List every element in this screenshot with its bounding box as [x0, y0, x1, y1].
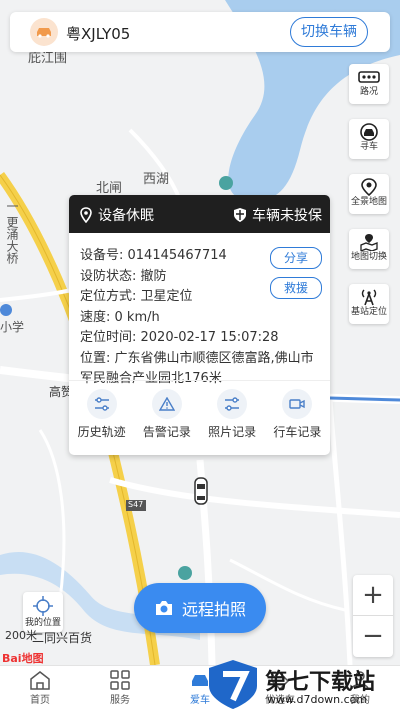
- find-car-label: 寻车: [359, 142, 378, 152]
- map-label-c: 西湖: [143, 172, 170, 187]
- switch-vehicle-button[interactable]: 切换车辆: [290, 17, 368, 47]
- home-icon: [30, 671, 50, 690]
- my-location-button[interactable]: 我的位置: [23, 592, 63, 632]
- drive-record-button[interactable]: 行车记录: [265, 381, 330, 451]
- watermark-title: 第七下载站: [265, 670, 376, 695]
- history-track-label: 历史轨迹: [77, 425, 126, 439]
- camera-icon: [155, 601, 172, 615]
- watermark-url: www.d7down.com: [267, 693, 368, 706]
- crosshair-icon: [33, 596, 53, 616]
- popup-actions: 历史轨迹 告警记录 照片记录 行车记录: [69, 380, 330, 451]
- station-label: 基站定位: [350, 307, 387, 317]
- map-label-g: S47: [128, 500, 144, 509]
- map-scale: 200米: [5, 629, 37, 642]
- location-pin-icon: [80, 207, 92, 223]
- baidu-logo: Bai地图: [2, 652, 44, 665]
- map-switch-button[interactable]: 地图切换: [349, 229, 389, 269]
- station-button[interactable]: 基站定位: [349, 284, 389, 324]
- zoom-out-button[interactable]: −: [353, 616, 393, 656]
- zoom-in-button[interactable]: +: [353, 575, 393, 615]
- map-switch-icon: [360, 234, 378, 251]
- track-icon: [94, 397, 109, 411]
- car-avatar-icon: [30, 18, 58, 46]
- speed: 速度: 0 km/h: [80, 309, 160, 325]
- popup-header: 设备休眠 车辆未投保: [69, 195, 330, 233]
- car-icon: [360, 123, 378, 141]
- map-label-d: 一 更涌大桥: [5, 200, 19, 264]
- watermark: 第七下载站 www.d7down.com: [205, 658, 400, 711]
- traffic-button[interactable]: 路况: [349, 64, 389, 104]
- video-icon: [289, 399, 306, 409]
- map-label-b: 北闸: [96, 181, 123, 196]
- find-car-button[interactable]: 寻车: [349, 119, 389, 159]
- rescue-button[interactable]: 救援: [270, 277, 322, 299]
- remote-photo-label: 远程拍照: [181, 600, 246, 619]
- device-status: 设备休眠: [98, 208, 154, 224]
- location-time: 定位时间: 2020-02-17 15:07:28: [80, 330, 279, 345]
- antenna-icon: [361, 289, 377, 306]
- vehicle-info-popup: 设备休眠 车辆未投保 设备号: 014145467714 设防状态: 撤防 定位…: [69, 195, 330, 455]
- share-button[interactable]: 分享: [270, 247, 322, 269]
- drive-record-label: 行车记录: [273, 425, 322, 439]
- map-label-e: 小学: [0, 320, 25, 334]
- alarm-record-label: 告警记录: [142, 425, 191, 439]
- tab-home-label: 首页: [30, 695, 50, 706]
- history-track-button[interactable]: 历史轨迹: [69, 381, 134, 451]
- vehicle-bar: 粤XJLY05 切换车辆: [10, 12, 390, 52]
- tab-service-label: 服务: [110, 695, 130, 706]
- photo-record-button[interactable]: 照片记录: [200, 381, 265, 451]
- traffic-icon: [358, 71, 380, 83]
- panorama-label: 全景地图: [350, 197, 387, 207]
- zoom-control: + −: [353, 575, 393, 657]
- insurance-status: 车辆未投保: [252, 208, 322, 224]
- panorama-button[interactable]: 全景地图: [349, 174, 389, 214]
- pin-icon: [361, 178, 377, 196]
- traffic-label: 路况: [359, 87, 378, 97]
- warning-icon: [158, 397, 175, 411]
- map-switch-label: 地图切换: [350, 252, 387, 262]
- car-marker: [194, 477, 208, 505]
- grid-icon: [110, 670, 130, 690]
- alarm-record-button[interactable]: 告警记录: [134, 381, 199, 451]
- photo-record-icon: [225, 397, 240, 411]
- photo-record-label: 照片记录: [208, 425, 257, 439]
- remote-photo-button[interactable]: 远程拍照: [134, 583, 266, 633]
- tab-home[interactable]: 首页: [10, 670, 70, 706]
- shield-icon: [234, 208, 246, 222]
- tab-service[interactable]: 服务: [90, 670, 150, 706]
- watermark-logo: [209, 660, 257, 709]
- plate-number: 粤XJLY05: [66, 25, 131, 43]
